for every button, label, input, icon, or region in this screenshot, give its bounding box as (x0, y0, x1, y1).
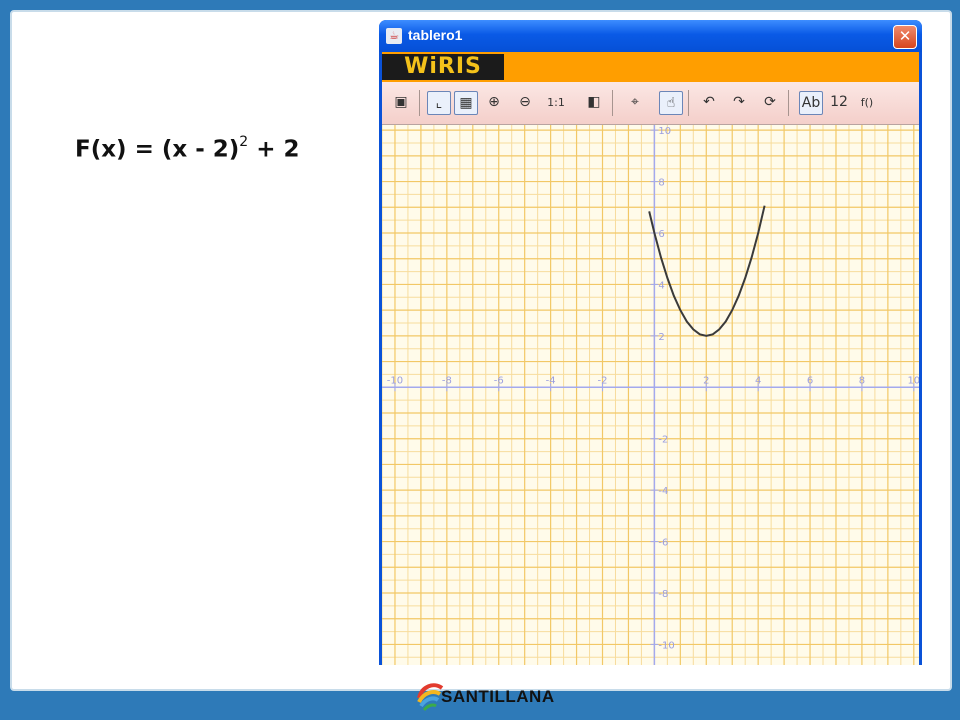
toolbar-separator (788, 90, 789, 116)
graph-svg: -10 -8 -6 -4 -2 2 4 6 8 10 10 8 6 4 2 -2 -4 -6 -8 -10 (382, 125, 919, 665)
tablero-window: ☕ tablero1 ✕ WiRIS ▣ ⌞ ▦ ⊕ ⊖ 1:1 ◧ ⌖ ☝ ↶ ↷ ⟳ Ab 12 f()… (379, 20, 922, 665)
axes-icon[interactable]: ⌞ (427, 91, 451, 115)
graph-board[interactable]: -10 -8 -6 -4 -2 2 4 6 8 10 10 8 6 4 2 -2 -4 -6 -8 -10 (382, 125, 919, 665)
x-tick-label: 4 (755, 375, 761, 386)
rotate-right-icon[interactable]: ↷ (728, 91, 750, 113)
formula-tail: + 2 (248, 136, 300, 163)
zoom-out-icon[interactable]: ⊖ (514, 91, 536, 113)
parabola-curve (648, 205, 766, 337)
y-tick-label: -10 (658, 640, 674, 651)
function-icon[interactable]: f() (856, 91, 878, 113)
close-button[interactable]: ✕ (893, 25, 917, 49)
grid-icon[interactable]: ▦ (454, 91, 478, 115)
number-icon[interactable]: 12 (828, 91, 850, 113)
x-tick-label: 10 (907, 375, 919, 386)
java-app-icon: ☕ (386, 28, 402, 44)
x-tick-label: -8 (442, 375, 452, 386)
santillana-brand: SANTILLANA (441, 687, 555, 706)
x-tick-label: -4 (546, 375, 556, 386)
y-tick-label: 10 (658, 126, 671, 137)
toolbar-separator (419, 90, 420, 116)
rotate-left-icon[interactable]: ↶ (698, 91, 720, 113)
toolbar-separator (688, 90, 689, 116)
x-tick-label: -10 (387, 375, 403, 386)
save-icon[interactable]: ▣ (390, 91, 412, 113)
refresh-icon[interactable]: ⟳ (759, 91, 781, 113)
zoom-reset[interactable]: 1:1 (545, 91, 567, 113)
target-icon[interactable]: ⌖ (624, 91, 646, 113)
y-tick-label: -8 (658, 589, 668, 600)
wiris-logo: WiRIS (382, 54, 504, 80)
y-tick-label: -2 (658, 435, 668, 446)
formula-base: F(x) = (x - 2) (75, 136, 240, 163)
y-tick-label: -4 (658, 486, 668, 497)
brand-bar: WiRIS (382, 52, 919, 82)
window-title: tablero1 (408, 27, 463, 43)
x-tick-label: 2 (703, 375, 709, 386)
toolbar-separator (612, 90, 613, 116)
x-tick-label: 8 (859, 375, 865, 386)
window-titlebar[interactable]: ☕ tablero1 ✕ (379, 20, 922, 52)
zoom-in-icon[interactable]: ⊕ (483, 91, 505, 113)
y-tick-label: 4 (658, 280, 664, 291)
contrast-icon[interactable]: ◧ (583, 91, 605, 113)
y-tick-label: 6 (658, 229, 664, 240)
pointer-icon[interactable]: ☝ (659, 91, 683, 115)
x-tick-label: -2 (598, 375, 608, 386)
y-tick-label: 2 (658, 332, 664, 343)
formula-exponent: 2 (239, 134, 249, 150)
y-tick-label: 8 (658, 178, 664, 189)
text-style-icon[interactable]: Ab (799, 91, 823, 115)
graph-toolbar: ▣ ⌞ ▦ ⊕ ⊖ 1:1 ◧ ⌖ ☝ ↶ ↷ ⟳ Ab 12 f() (382, 82, 919, 125)
x-tick-label: -6 (494, 375, 504, 386)
function-formula: F(x) = (x - 2)2 + 2 (75, 134, 300, 163)
y-tick-label: -6 (658, 538, 668, 549)
x-tick-label: 6 (807, 375, 813, 386)
